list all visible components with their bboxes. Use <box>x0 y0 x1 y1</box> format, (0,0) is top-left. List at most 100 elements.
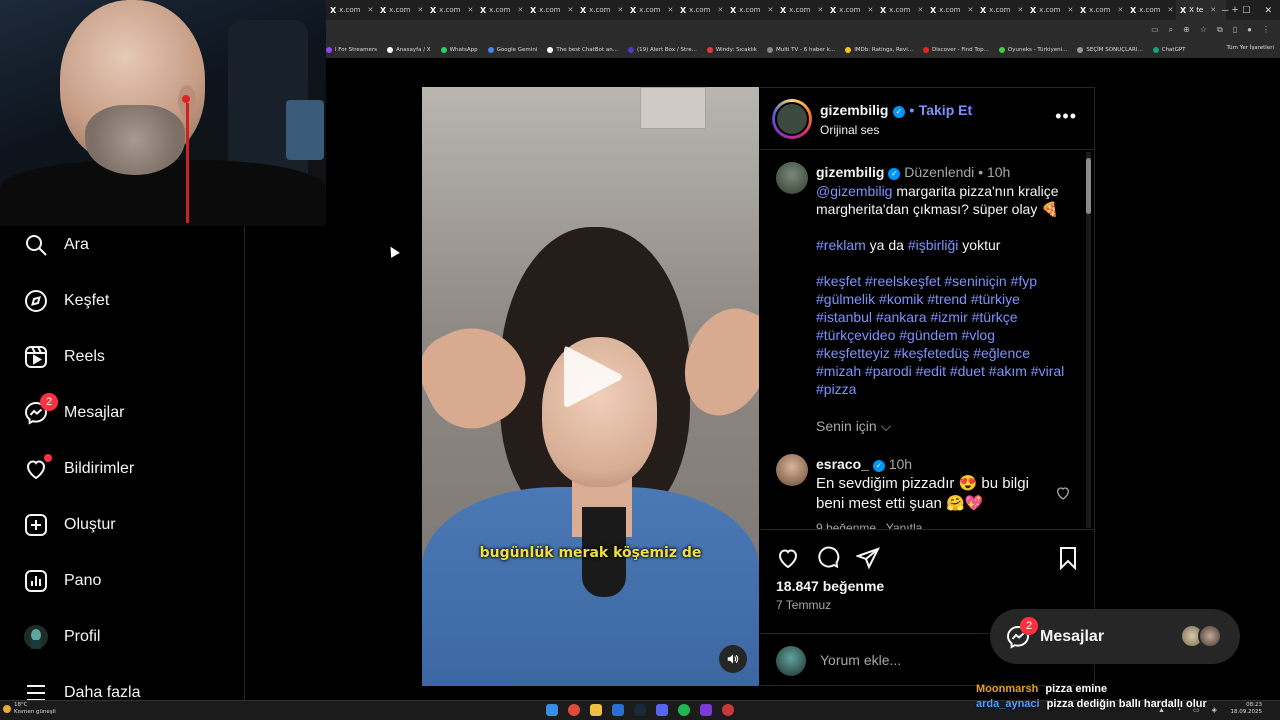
browser-tab[interactable]: Xx.com ✕ <box>876 0 926 20</box>
comment-icon[interactable] <box>816 546 840 570</box>
browser-tab[interactable]: Xx.com ✕ <box>526 0 576 20</box>
cast-icon[interactable]: ▭ <box>1151 25 1159 35</box>
sidebar-item-dashboard[interactable]: Pano <box>24 569 101 593</box>
share-icon[interactable] <box>856 546 880 570</box>
clock[interactable]: 08:23 18.09.2025 <box>1231 702 1263 716</box>
bookmark-item[interactable]: ChatGPT <box>1152 47 1186 53</box>
chrome-icon[interactable] <box>568 704 580 716</box>
windows-start-icon[interactable] <box>546 704 558 716</box>
audio-label[interactable]: Orijinal ses <box>820 123 972 137</box>
comment-like-icon[interactable] <box>1055 485 1071 501</box>
browser-tab[interactable]: Xx.com ✕ <box>826 0 876 20</box>
sidebar-item-create[interactable]: Oluştur <box>24 513 116 537</box>
bookmark-item[interactable]: Discover - Find Top... <box>922 47 989 53</box>
tab-close-icon[interactable]: ✕ <box>718 6 724 14</box>
tab-close-icon[interactable]: ✕ <box>1168 6 1174 14</box>
bookmark-item[interactable]: Windy: Sıcaklık <box>706 47 757 53</box>
tab-close-icon[interactable]: ✕ <box>918 6 924 14</box>
tab-close-icon[interactable]: ✕ <box>768 6 774 14</box>
obs-icon[interactable] <box>722 704 734 716</box>
save-icon[interactable] <box>1056 546 1080 570</box>
play-icon[interactable] <box>562 343 624 411</box>
browser-tab[interactable]: Xx.com ✕ <box>1076 0 1126 20</box>
sidebar-item-notifications[interactable]: Bildirimler <box>24 454 134 481</box>
sound-toggle-button[interactable] <box>719 645 747 673</box>
bookmark-item[interactable]: WhatsApp <box>440 47 478 53</box>
browser-tab-active[interactable]: X X te ✕ <box>1176 0 1226 20</box>
system-tray-icons[interactable]: ▲ ◔ ▭ ◈ <box>1158 706 1222 714</box>
sidebar-item-reels[interactable]: Reels <box>24 345 105 369</box>
bookmark-item[interactable]: (19) Alert Box / Stre... <box>627 47 697 53</box>
caption-hashtags[interactable]: #keşfet #reelskeşfet #seniniçin #fyp #gü… <box>816 272 1070 398</box>
browser-tab[interactable]: Xx.com ✕ <box>576 0 626 20</box>
like-icon[interactable] <box>776 546 800 570</box>
bookmark-item[interactable]: The best ChatBot an... <box>547 47 618 53</box>
tab-close-icon[interactable]: ✕ <box>818 6 824 14</box>
zoom-icon[interactable]: ⌕ <box>1169 25 1173 35</box>
close-window-icon[interactable]: ✕ <box>1264 5 1272 16</box>
sidebar-item-explore[interactable]: Keşfet <box>24 289 109 313</box>
discord-icon[interactable] <box>656 704 668 716</box>
for-you-dropdown[interactable]: Senin için ⌵ <box>816 418 891 435</box>
sidebar-item-search[interactable]: Ara <box>24 233 89 257</box>
browser-tab[interactable]: Xx.com ✕ <box>626 0 676 20</box>
bookmark-item[interactable]: SEÇİM SONUÇLARI... <box>1077 47 1143 53</box>
comment-avatar[interactable] <box>776 454 808 486</box>
extensions-icon[interactable]: ⧉ <box>1217 25 1223 35</box>
browser-tab[interactable]: Xx.com ✕ <box>326 0 376 20</box>
app-icon[interactable] <box>612 704 624 716</box>
tab-close-icon[interactable]: ✕ <box>668 6 674 14</box>
comment-meta[interactable]: 9 beğenme Yanıtla <box>816 521 922 529</box>
tab-close-icon[interactable]: ✕ <box>568 6 574 14</box>
tab-close-icon[interactable]: ✕ <box>368 6 374 14</box>
tab-close-icon[interactable]: ✕ <box>1068 6 1074 14</box>
maximize-icon[interactable]: ☐ <box>1242 5 1250 16</box>
author-username[interactable]: gizembilig <box>820 102 888 118</box>
browser-tab[interactable]: Xx.com ✕ <box>1126 0 1176 20</box>
browser-tab[interactable]: Xx.com ✕ <box>776 0 826 20</box>
likes-count[interactable]: 18.847 beğenme <box>776 578 884 594</box>
tab-close-icon[interactable]: ✕ <box>1018 6 1024 14</box>
more-options-icon[interactable]: ••• <box>1055 106 1077 127</box>
add-comment-input[interactable]: Yorum ekle... <box>820 652 901 668</box>
reel-video[interactable]: bugünlük merak köşemiz de <box>422 87 759 686</box>
all-bookmarks-link[interactable]: Tüm Yer İşaretleri <box>1227 45 1274 51</box>
tab-close-icon[interactable]: ✕ <box>968 6 974 14</box>
tab-close-icon[interactable]: ✕ <box>618 6 624 14</box>
browser-tab[interactable]: Xx.com ✕ <box>926 0 976 20</box>
bookmark-item[interactable]: Anasayfa / X <box>387 47 431 53</box>
app-icon[interactable] <box>700 704 712 716</box>
menu-dots-icon[interactable]: ⋮ <box>1262 25 1270 35</box>
translate-icon[interactable]: ⊕ <box>1183 25 1190 35</box>
messages-float-button[interactable]: 2 Mesajlar <box>990 609 1240 664</box>
steam-icon[interactable] <box>634 704 646 716</box>
comment-username[interactable]: esraco_ <box>816 456 869 472</box>
tab-close-icon[interactable]: ✕ <box>418 6 424 14</box>
hashtag-link[interactable]: #reklam <box>816 237 866 253</box>
comments-scrollbar[interactable] <box>1086 152 1091 528</box>
tab-close-icon[interactable]: ✕ <box>868 6 874 14</box>
bookmark-item[interactable]: Oyuneks - Türkiyeni... <box>998 47 1067 53</box>
profile-icon[interactable]: ● <box>1247 25 1252 35</box>
author-avatar[interactable] <box>772 99 812 139</box>
caption-username[interactable]: gizembilig <box>816 164 884 180</box>
browser-tab[interactable]: Xx.com ✕ <box>976 0 1026 20</box>
tab-close-icon[interactable]: ✕ <box>468 6 474 14</box>
bookmark-item[interactable]: IMDb: Ratings, Revi... <box>845 47 913 53</box>
tab-close-icon[interactable]: ✕ <box>1210 6 1216 14</box>
spotify-icon[interactable] <box>678 704 690 716</box>
bookmark-star-icon[interactable]: ☆ <box>1200 25 1207 35</box>
mention-link[interactable]: @gizembilig <box>816 183 892 199</box>
bookmark-item[interactable]: Multi TV - 6 haber k... <box>766 47 835 53</box>
browser-tab[interactable]: Xx.com ✕ <box>726 0 776 20</box>
sidepanel-icon[interactable]: ▯ <box>1233 25 1237 35</box>
minimize-icon[interactable]: ─ <box>1222 5 1228 15</box>
tab-close-icon[interactable]: ✕ <box>518 6 524 14</box>
bookmark-item[interactable]: l For Streamers <box>326 47 377 53</box>
browser-tab[interactable]: Xx.com ✕ <box>676 0 726 20</box>
sidebar-item-messages[interactable]: 2 Mesajlar <box>24 393 124 425</box>
sidebar-item-profile[interactable]: Profil <box>24 625 100 649</box>
tab-close-icon[interactable]: ✕ <box>1118 6 1124 14</box>
browser-tab[interactable]: Xx.com ✕ <box>376 0 426 20</box>
bookmark-item[interactable]: Google Gemini <box>487 47 537 53</box>
